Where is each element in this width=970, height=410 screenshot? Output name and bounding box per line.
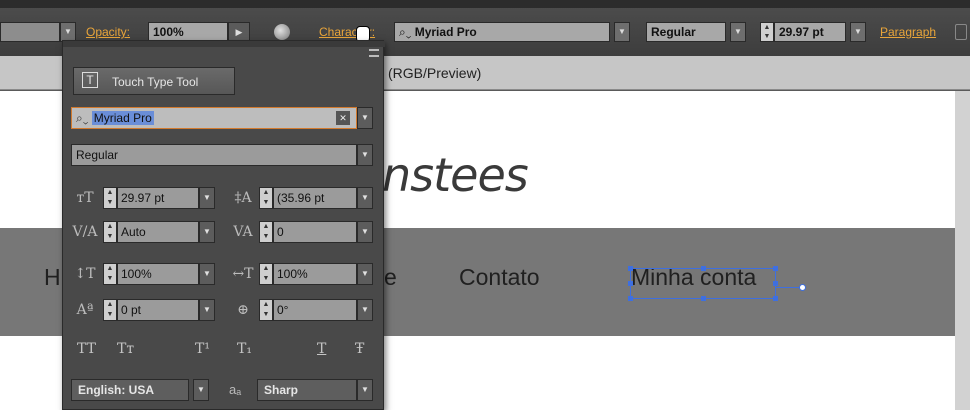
character-rotation-icon: ⊕ xyxy=(237,302,249,318)
nav-item-contato[interactable]: Contato xyxy=(459,264,540,291)
baseline-shift-field[interactable]: 0 pt xyxy=(117,299,199,321)
horizontal-scale-arrow[interactable]: ▼ xyxy=(357,263,373,285)
opacity-menu-button[interactable]: ▶ xyxy=(228,22,250,42)
opacity-label[interactable]: Opacity: xyxy=(86,25,130,39)
vertical-scale-stepper[interactable]: ▲ ▼ xyxy=(103,263,117,285)
leading-stepper[interactable]: ▲ ▼ xyxy=(259,187,273,209)
stroke-dropdown-arrow[interactable]: ▼ xyxy=(60,22,76,42)
tracking-arrow[interactable]: ▼ xyxy=(357,221,373,243)
panel-font-style-field[interactable]: Regular xyxy=(71,144,357,166)
tracking-icon: VA xyxy=(233,224,253,240)
font-family-arrow[interactable]: ▼ xyxy=(614,22,630,42)
opacity-input[interactable]: 100% xyxy=(148,22,228,42)
font-size-stepper[interactable]: ▲ ▼ xyxy=(103,187,117,209)
rotation-field[interactable]: 0° xyxy=(273,299,357,321)
panel-options-icon[interactable] xyxy=(955,24,967,40)
antialias-arrow[interactable]: ▼ xyxy=(357,379,373,401)
rotation-stepper[interactable]: ▲ ▼ xyxy=(259,299,273,321)
kerning-arrow[interactable]: ▼ xyxy=(199,221,215,243)
font-style-arrow[interactable]: ▼ xyxy=(730,22,746,42)
font-search-icon: ⌕⌄ xyxy=(76,111,89,125)
touch-type-icon: T xyxy=(82,72,98,88)
panel-font-size-field[interactable]: 29.97 pt xyxy=(117,187,199,209)
panel-font-family-field[interactable]: ⌕⌄ Myriad Pro ✕ xyxy=(71,107,357,129)
control-bar-edge xyxy=(0,0,970,8)
panel-font-style-arrow[interactable]: ▼ xyxy=(357,144,373,166)
character-panel: T Touch Type Tool ⌕⌄ Myriad Pro ✕ ▼ Regu… xyxy=(62,40,385,410)
selection-handle[interactable] xyxy=(773,281,778,286)
font-family-field[interactable]: ⌕⌄ Myriad Pro xyxy=(394,22,610,42)
baseline-shift-stepper[interactable]: ▲ ▼ xyxy=(103,299,117,321)
leading-field[interactable]: (35.96 pt xyxy=(273,187,357,209)
small-caps-button[interactable]: Tт xyxy=(117,341,134,357)
panel-font-family-arrow[interactable]: ▼ xyxy=(357,107,373,129)
selection-handle[interactable] xyxy=(701,296,706,301)
touch-type-tool-button[interactable]: T Touch Type Tool xyxy=(73,67,235,95)
panel-font-family-value: Myriad Pro xyxy=(91,111,154,125)
vertical-scale-field[interactable]: 100% xyxy=(117,263,199,285)
nav-item-home-fragment[interactable]: H xyxy=(44,264,61,291)
selection-handle[interactable] xyxy=(628,281,633,286)
font-search-icon: ⌕⌄ xyxy=(399,25,415,39)
leading-icon: ‡A xyxy=(234,190,252,206)
horizontal-scale-field[interactable]: 100% xyxy=(273,263,357,285)
stroke-dropdown[interactable] xyxy=(0,22,60,42)
font-family-value: Myriad Pro xyxy=(414,25,477,39)
underline-button[interactable]: T xyxy=(317,341,326,357)
strikethrough-button[interactable]: Ŧ xyxy=(355,341,364,357)
panel-font-size-arrow[interactable]: ▼ xyxy=(199,187,215,209)
kerning-stepper[interactable]: ▲ ▼ xyxy=(103,221,117,243)
font-size-stepper[interactable]: ▲ ▼ xyxy=(760,22,774,42)
touch-type-label: Touch Type Tool xyxy=(112,75,199,89)
rotation-arrow[interactable]: ▼ xyxy=(357,299,373,321)
selection-handle[interactable] xyxy=(773,296,778,301)
font-size-icon: ᴛT xyxy=(76,190,94,206)
document-tab-title[interactable]: (RGB/Preview) xyxy=(388,65,481,81)
logo-text[interactable]: nstees xyxy=(382,148,529,202)
vertical-scale-arrow[interactable]: ▼ xyxy=(199,263,215,285)
horizontal-scale-icon: ↔T xyxy=(232,266,254,282)
nav-item-fragment[interactable]: e xyxy=(384,264,397,291)
horizontal-scale-stepper[interactable]: ▲ ▼ xyxy=(259,263,273,285)
leading-arrow[interactable]: ▼ xyxy=(357,187,373,209)
text-path-handle[interactable] xyxy=(799,284,806,291)
subscript-button[interactable]: T₁ xyxy=(237,341,252,357)
clear-field-icon[interactable]: ✕ xyxy=(336,111,350,125)
vertical-scale-icon: ↕T xyxy=(74,266,96,282)
selection-handle[interactable] xyxy=(628,266,633,271)
tracking-field[interactable]: 0 xyxy=(273,221,357,243)
kerning-icon: V/A xyxy=(72,224,98,240)
kerning-field[interactable]: Auto xyxy=(117,221,199,243)
panel-header[interactable] xyxy=(63,41,385,47)
panel-menu-icon[interactable] xyxy=(369,49,379,57)
font-size-arrow[interactable]: ▼ xyxy=(850,22,866,42)
font-style-field[interactable]: Regular xyxy=(646,22,726,42)
recolor-icon[interactable] xyxy=(274,24,290,40)
text-selection-box[interactable] xyxy=(630,268,776,299)
antialias-icon: aₐ xyxy=(229,382,242,397)
selection-handle[interactable] xyxy=(701,266,706,271)
baseline-shift-arrow[interactable]: ▼ xyxy=(199,299,215,321)
all-caps-button[interactable]: TT xyxy=(77,341,96,357)
selection-handle[interactable] xyxy=(628,296,633,301)
baseline-shift-icon: Aª xyxy=(76,302,94,318)
selection-handle[interactable] xyxy=(773,266,778,271)
superscript-button[interactable]: T¹ xyxy=(195,341,210,357)
font-size-field[interactable]: 29.97 pt xyxy=(774,22,846,42)
language-dropdown[interactable]: English: USA xyxy=(71,379,189,401)
language-arrow[interactable]: ▼ xyxy=(193,379,209,401)
tracking-stepper[interactable]: ▲ ▼ xyxy=(259,221,273,243)
vertical-scrollbar[interactable] xyxy=(955,91,970,410)
paragraph-panel-link[interactable]: Paragraph xyxy=(880,25,936,39)
antialias-dropdown[interactable]: Sharp xyxy=(257,379,357,401)
